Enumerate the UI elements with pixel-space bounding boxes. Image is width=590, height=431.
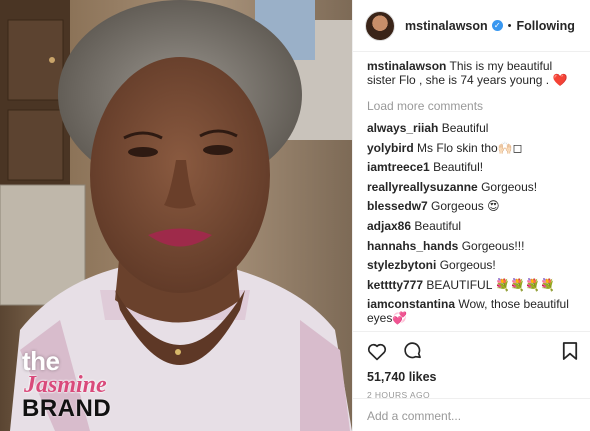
caption-heart-emoji: ❤️	[552, 73, 568, 87]
separator-dot: •	[507, 19, 512, 32]
comment-username[interactable]: ketttty777	[367, 278, 423, 292]
comment-item: adjax86 Beautiful	[367, 219, 582, 233]
post-header: mstinalawson ✓ • Following	[353, 0, 590, 52]
watermark-brand: BRAND	[22, 395, 112, 422]
comment-text: Gorgeous!	[481, 179, 538, 194]
post-actions: 51,740 likes 2 HOURS AGO	[353, 331, 590, 400]
caption-username[interactable]: mstinalawson	[367, 59, 446, 73]
comment-username[interactable]: iamtreece1	[367, 160, 430, 174]
like-heart-icon[interactable]	[367, 342, 387, 361]
comment-item: blessedw7 Gorgeous 😍	[367, 199, 582, 213]
comment-text: Beautiful	[414, 218, 462, 233]
comment-text: Ms Flo skin tho🙌🏻◻	[417, 140, 523, 155]
comment-username[interactable]: blessedw7	[367, 199, 428, 213]
post-photo[interactable]: the Jasmine BRAND	[0, 0, 352, 431]
comment-item: always_riiah Beautiful	[367, 121, 582, 135]
comment-username[interactable]: iamconstantina	[367, 297, 455, 311]
comment-bubble-icon[interactable]	[403, 341, 423, 361]
comment-text: Gorgeous!	[439, 258, 496, 273]
comment-item: stylezbytoni Gorgeous!	[367, 258, 582, 272]
likes-count[interactable]: 51,740 likes	[367, 370, 578, 384]
comment-item: reallyreallysuzanne Gorgeous!	[367, 180, 582, 194]
comment-text: BEAUTIFUL 💐💐💐💐	[426, 277, 556, 292]
header-username[interactable]: mstinalawson	[405, 19, 488, 33]
comment-username[interactable]: yolybird	[367, 141, 414, 155]
following-button[interactable]: Following	[517, 19, 575, 33]
comment-username[interactable]: adjax86	[367, 219, 411, 233]
comment-text: Gorgeous 😍	[431, 199, 500, 214]
comment-item: iamtreece1 Beautiful!	[367, 160, 582, 174]
comment-text: Beautiful!	[433, 160, 484, 175]
comment-username[interactable]: hannahs_hands	[367, 239, 458, 253]
comment-item: iamconstantina Wow, those beautiful eyes…	[367, 297, 582, 325]
add-comment-input[interactable]: Add a comment...	[353, 398, 590, 431]
comment-username[interactable]: stylezbytoni	[367, 258, 436, 272]
comments-list[interactable]: mstinalawson This is my beautiful sister…	[353, 56, 590, 330]
comment-text: Gorgeous!!!	[461, 238, 525, 253]
comment-text: Beautiful	[441, 121, 489, 135]
comment-username[interactable]: always_riiah	[367, 121, 438, 135]
bookmark-icon[interactable]	[562, 341, 578, 361]
comment-username[interactable]: reallyreallysuzanne	[367, 180, 478, 194]
comment-item: ketttty777 BEAUTIFUL 💐💐💐💐	[367, 278, 582, 292]
post-caption: mstinalawson This is my beautiful sister…	[367, 59, 582, 87]
comment-item: yolybird Ms Flo skin tho🙌🏻◻	[367, 141, 582, 155]
post-side-panel: mstinalawson ✓ • Following mstinalawson …	[352, 0, 590, 431]
avatar[interactable]	[365, 10, 395, 41]
load-more-comments-link[interactable]: Load more comments	[367, 99, 582, 113]
watermark-logo: the Jasmine BRAND	[22, 346, 111, 423]
verified-badge-icon: ✓	[491, 20, 503, 31]
comment-item: hannahs_hands Gorgeous!!!	[367, 239, 582, 253]
